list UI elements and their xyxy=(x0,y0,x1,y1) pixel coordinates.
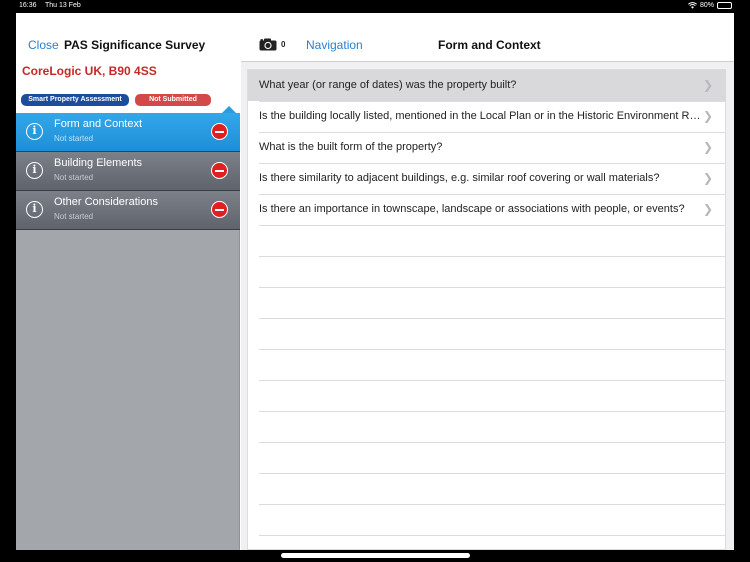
sidebar-item-other-considerations[interactable]: i Other Considerations Not started xyxy=(16,191,240,230)
row-separator xyxy=(259,349,726,350)
navigation-button[interactable]: Navigation xyxy=(306,38,363,52)
row-separator xyxy=(259,287,726,288)
remove-icon[interactable] xyxy=(211,123,228,140)
row-separator xyxy=(259,256,726,257)
sidebar-header: Close PAS Significance Survey xyxy=(16,13,240,62)
question-row[interactable]: Is the building locally listed, mentione… xyxy=(248,101,726,132)
selection-notch xyxy=(222,106,236,113)
sidebar-item-building-elements[interactable]: i Building Elements Not started xyxy=(16,152,240,191)
chevron-right-icon: ❯ xyxy=(702,78,713,92)
remove-icon[interactable] xyxy=(211,201,228,218)
battery-percent: 80% xyxy=(699,2,714,9)
sidebar-item-status: Not started xyxy=(54,212,94,221)
info-icon[interactable]: i xyxy=(26,201,43,218)
remove-icon[interactable] xyxy=(211,162,228,179)
row-separator xyxy=(259,504,726,505)
sidebar-item-form-and-context[interactable]: i Form and Context Not started xyxy=(16,113,240,152)
question-text: Is there similarity to adjacent building… xyxy=(259,172,660,184)
survey-title: PAS Significance Survey xyxy=(64,38,206,52)
question-text: What is the built form of the property? xyxy=(259,141,443,153)
row-separator xyxy=(259,473,726,474)
close-button[interactable]: Close xyxy=(28,38,59,52)
property-address: CoreLogic UK, B90 4SS xyxy=(22,64,157,78)
sidebar-item-label: Form and Context xyxy=(54,118,143,130)
question-row[interactable]: What is the built form of the property? … xyxy=(248,132,726,163)
submission-status-badge: Not Submitted xyxy=(135,94,211,106)
battery-icon xyxy=(717,2,732,9)
detail-pane: 0 Navigation Form and Context What year … xyxy=(241,13,734,550)
sidebar-item-status: Not started xyxy=(54,134,94,143)
info-icon[interactable]: i xyxy=(26,162,43,179)
status-date: Thu 13 Feb xyxy=(45,2,81,9)
question-row[interactable]: What year (or range of dates) was the pr… xyxy=(248,70,726,101)
sidebar: Close PAS Significance Survey CoreLogic … xyxy=(16,13,240,550)
assessment-badge: Smart Property Assessment xyxy=(21,94,129,106)
status-right: 80% xyxy=(688,2,732,9)
chevron-right-icon: ❯ xyxy=(702,109,713,123)
info-icon[interactable]: i xyxy=(26,123,43,140)
question-text: What year (or range of dates) was the pr… xyxy=(259,79,517,91)
row-separator xyxy=(259,535,726,536)
question-text: Is there an importance in townscape, lan… xyxy=(259,203,685,215)
question-text: Is the building locally listed, mentione… xyxy=(259,110,704,122)
question-row[interactable]: Is there an importance in townscape, lan… xyxy=(248,194,726,225)
row-separator xyxy=(259,411,726,412)
chevron-right-icon: ❯ xyxy=(702,202,713,216)
row-separator xyxy=(259,442,726,443)
chevron-right-icon: ❯ xyxy=(702,171,713,185)
wifi-icon xyxy=(688,2,697,9)
row-separator xyxy=(259,318,726,319)
row-separator xyxy=(259,380,726,381)
app-window: Close PAS Significance Survey CoreLogic … xyxy=(16,13,734,550)
question-list: What year (or range of dates) was the pr… xyxy=(247,69,726,550)
sidebar-item-status: Not started xyxy=(54,173,94,182)
chevron-right-icon: ❯ xyxy=(702,140,713,154)
row-separator xyxy=(259,225,726,226)
photo-count: 0 xyxy=(281,40,286,49)
home-indicator[interactable] xyxy=(281,553,470,558)
detail-title: Form and Context xyxy=(438,38,541,52)
status-bar: 16:36 Thu 13 Feb 80% xyxy=(0,0,750,13)
camera-icon[interactable] xyxy=(259,38,277,51)
property-info: CoreLogic UK, B90 4SS Smart Property Ass… xyxy=(16,62,240,113)
question-row[interactable]: Is there similarity to adjacent building… xyxy=(248,163,726,194)
status-time: 16:36 xyxy=(19,2,37,9)
sidebar-item-label: Other Considerations xyxy=(54,196,158,208)
detail-header: 0 Navigation Form and Context xyxy=(241,13,734,62)
sidebar-item-label: Building Elements xyxy=(54,157,143,169)
